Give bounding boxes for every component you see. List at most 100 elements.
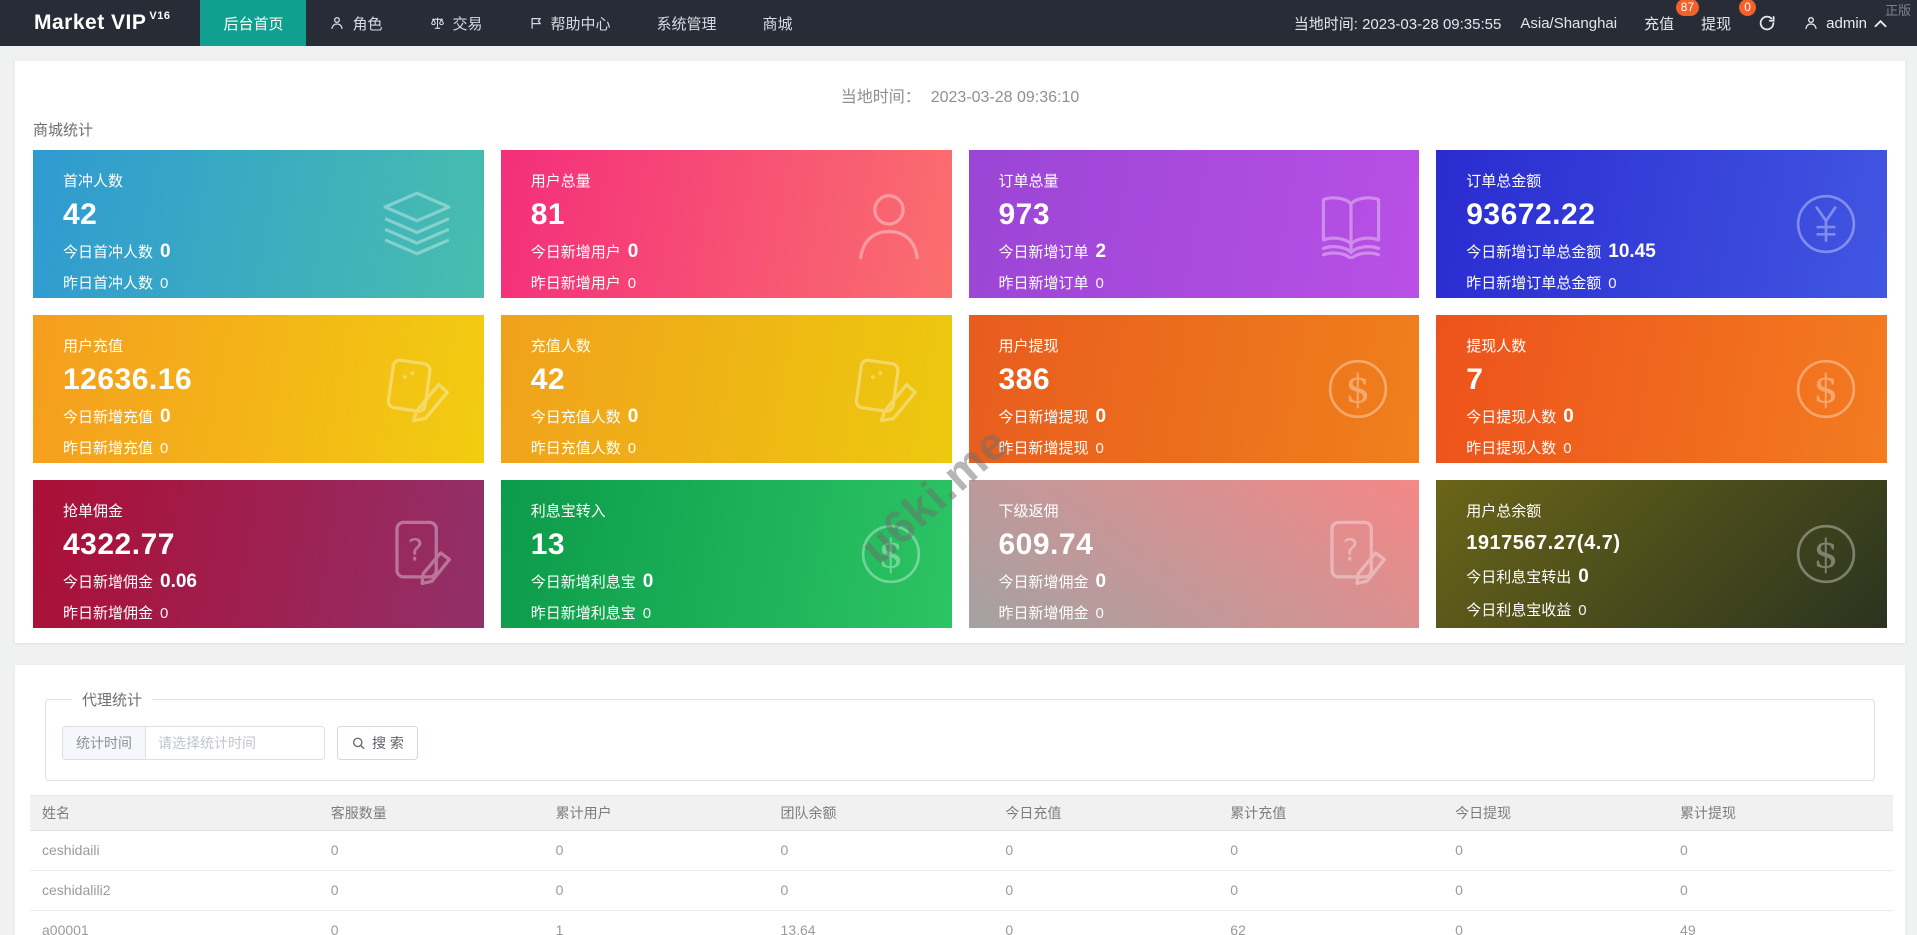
stat-card-total-order-amount: 订单总金额 93672.22 今日新增订单总金额 10.45 昨日新增订单总金额 0: [1436, 150, 1887, 298]
svg-text:?: ?: [1343, 534, 1359, 569]
table-cell: 0: [993, 830, 1219, 871]
card-yesterday-line: 昨日充值人数 0: [530, 440, 637, 457]
card-title: 订单总金额: [1466, 173, 1542, 190]
agent-stats-legend: 代理统计: [82, 692, 143, 709]
brand-text: Market VIP: [34, 11, 147, 34]
card-yesterday-line: 昨日新增提现 0: [998, 440, 1104, 457]
brand-logo: Market VIP V16: [0, 0, 200, 46]
table-header-row: 姓名 客服数量 累计用户 团队余额 今日充值 累计充值 今日提现 累计提现: [30, 795, 1893, 831]
withdraw-link[interactable]: 提现 0: [1701, 0, 1757, 34]
table-cell: 0: [1443, 830, 1669, 871]
edit-icon: [850, 355, 924, 423]
table-header-cell: 今日提现: [1443, 795, 1669, 831]
nav-item-roles[interactable]: 角色: [306, 0, 405, 46]
svg-text:$: $: [1814, 532, 1839, 577]
table-header-cell: 团队余额: [768, 795, 994, 831]
svg-text:?: ?: [407, 534, 423, 569]
dollar-icon: $: [1325, 356, 1391, 422]
agent-stats-panel: 代理统计 统计时间 搜 索 姓名客服数量累计用户团队余额今日充值累计充值今日提现…: [15, 665, 1905, 935]
user-icon: [1803, 15, 1819, 31]
stat-time-input[interactable]: [145, 726, 325, 760]
nav-item-mall[interactable]: 商城: [740, 0, 816, 46]
recharge-badge: 87: [1675, 0, 1700, 16]
card-yesterday-line: 昨日提现人数 0: [1466, 440, 1572, 457]
card-title: 用户充值: [63, 338, 124, 355]
genuine-corner-tag: 正版: [1884, 3, 1911, 18]
timezone-label: Asia/Shanghai: [1520, 14, 1618, 32]
withdraw-label: 提现: [1701, 15, 1732, 33]
edit-icon: [382, 355, 456, 423]
stat-card-recharge-users: 充值人数 42 今日充值人数 0 昨日充值人数 0: [500, 315, 952, 463]
table-header-cell: 累计用户: [543, 795, 769, 831]
table-cell: 49: [1668, 910, 1893, 935]
book-icon: [1311, 189, 1391, 261]
table-cell: 0: [543, 870, 769, 911]
table-header-cell: 今日充值: [993, 795, 1219, 831]
card-title: 订单总量: [998, 173, 1059, 190]
table-cell: 0: [1218, 870, 1444, 911]
nav-item-home[interactable]: 后台首页: [200, 0, 307, 46]
table-cell: 0: [1668, 870, 1893, 911]
agents-table: 姓名 客服数量 累计用户 团队余额 今日充值 累计充值 今日提现 累计提现 ceshidail…: [30, 795, 1893, 935]
table-row: ceshidaili 0 0 0 0 0 0 0: [30, 830, 1893, 871]
card-title: 充值人数: [530, 338, 591, 355]
recharge-link[interactable]: 充值 87: [1644, 0, 1700, 34]
filter-row: 统计时间 搜 索: [62, 726, 1858, 760]
table-cell: ceshidaili: [30, 830, 319, 871]
card-title: 提现人数: [1466, 338, 1527, 355]
stat-card-interest-transfer-in: 利息宝转入 13 今日新增利息宝 0 昨日新增利息宝 0 $: [500, 480, 952, 628]
table-row: ceshidalili2 0 0 0 0 0 0 0: [30, 870, 1893, 911]
stat-card-sub-rebate: 下级返佣 609.74 今日新增佣金 0 昨日新增佣金 0 ?: [968, 480, 1420, 628]
recharge-label: 充值: [1644, 15, 1675, 33]
table-cell: 0: [768, 870, 994, 911]
table-cell: 0: [543, 830, 769, 871]
scales-icon: [429, 15, 446, 31]
table-header-cell: 累计提现: [1668, 795, 1893, 831]
table-cell: 0: [318, 910, 544, 935]
stat-card-user-withdraw: 用户提现 386 今日新增提现 0 昨日新增提现 0 $: [968, 315, 1420, 463]
table-cell: 0: [993, 870, 1219, 911]
dollar-icon: $: [858, 521, 924, 587]
card-yesterday-line: 昨日首冲人数 0: [63, 275, 169, 292]
person-icon: [329, 15, 345, 31]
card-yesterday-line: 昨日新增订单 0: [998, 275, 1104, 292]
nav-item-system[interactable]: 系统管理: [634, 0, 740, 46]
card-yesterday-line: 昨日新增佣金 0: [998, 605, 1104, 622]
nav-menu: 后台首页 角色 交易 帮助中心 系统管理 商城: [200, 0, 815, 46]
card-yesterday-line: 昨日新增用户 0: [530, 275, 637, 292]
table-cell: 0: [318, 870, 544, 911]
stat-card-user-recharge: 用户充值 12636.16 今日新增充值 0 昨日新增充值 0: [33, 315, 484, 463]
stat-card-withdraw-users: 提现人数 7 今日提现人数 0 昨日提现人数 0 $: [1436, 315, 1887, 463]
stat-card-grab-commission: 抢单佣金 4322.77 今日新增佣金 0.06 昨日新增佣金 0 ?: [33, 480, 484, 628]
table-cell: 0: [768, 830, 994, 871]
user-icon: [854, 186, 924, 262]
navbar-local-time: 当地时间: 2023-03-28 09:35:55: [1293, 15, 1502, 33]
nav-item-label: 商城: [762, 15, 793, 33]
refresh-icon[interactable]: [1758, 14, 1776, 32]
search-button[interactable]: 搜 索: [337, 726, 418, 760]
nav-item-label: 帮助中心: [550, 15, 611, 33]
page-local-time: 当地时间： 2023-03-28 09:36:10: [840, 89, 1080, 106]
chevron-up-icon: [1874, 19, 1887, 28]
admin-menu[interactable]: admin: [1803, 15, 1887, 32]
table-cell: ceshidalili2: [30, 870, 319, 911]
stat-cards-grid: 首冲人数 42 今日首冲人数 0 昨日首冲人数 0 用户总量 81 今日新增用户 0 …: [33, 150, 1887, 628]
nav-item-trade[interactable]: 交易: [406, 0, 506, 46]
table-row: a00001 0 1 13.64 0 62 0 49: [30, 910, 1893, 935]
doc-question-icon: ?: [1321, 518, 1391, 590]
search-button-label: 搜 索: [372, 735, 404, 751]
nav-item-help-center[interactable]: 帮助中心: [506, 0, 634, 46]
yen-icon: [1793, 191, 1859, 257]
table-cell: 1: [543, 910, 769, 935]
dollar-icon: $: [1793, 521, 1859, 587]
stat-time-input-group: 统计时间: [62, 726, 325, 760]
table-cell: 0: [1218, 830, 1444, 871]
stat-card-total-orders: 订单总量 973 今日新增订单 2 昨日新增订单 0: [968, 150, 1420, 298]
stat-card-user-total-balance: 用户总余额 1917567.27(4.7) 今日利息宝转出 0 今日利息宝收益 0 …: [1436, 480, 1887, 628]
card-yesterday-line: 昨日新增充值 0: [63, 440, 169, 457]
admin-name: admin: [1826, 14, 1867, 32]
card-yesterday-line: 今日利息宝收益 0: [1466, 602, 1587, 619]
table-cell: 0: [1668, 830, 1893, 871]
agent-stats-fieldset: 代理统计 统计时间 搜 索: [45, 689, 1875, 781]
table-cell: 62: [1218, 910, 1444, 935]
